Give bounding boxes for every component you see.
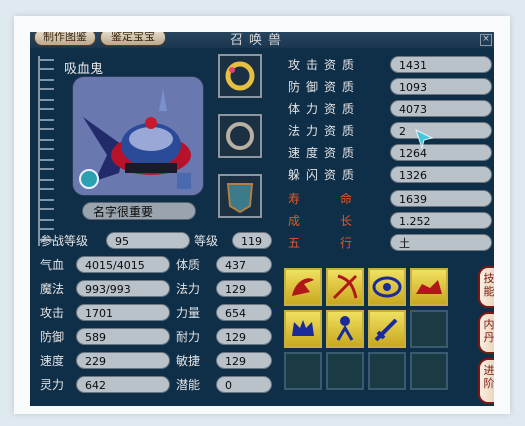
vampire-pet-image bbox=[73, 77, 203, 195]
skill-slot-1[interactable] bbox=[284, 268, 322, 306]
level-value: 119 bbox=[232, 232, 272, 249]
speed-value: 229 bbox=[76, 352, 170, 369]
aptitude-label: 躲闪资质 bbox=[288, 168, 361, 182]
battle-level-value: 95 bbox=[106, 232, 190, 249]
growth-value: 1.252 bbox=[390, 212, 492, 229]
agility-value: 129 bbox=[216, 352, 272, 369]
skill-beast-icon bbox=[416, 280, 442, 294]
attack-label: 攻击 bbox=[40, 306, 65, 320]
skill-slot-5[interactable] bbox=[284, 310, 322, 348]
identify-pet-button[interactable]: 鉴定宝宝 bbox=[100, 32, 166, 46]
equipment-slot-3[interactable] bbox=[218, 174, 262, 218]
skill-bow-icon bbox=[332, 274, 358, 300]
skill-slot-empty[interactable] bbox=[410, 310, 448, 348]
hp-label: 气血 bbox=[40, 258, 65, 272]
skill-slot-3[interactable] bbox=[368, 268, 406, 306]
defense-value: 589 bbox=[76, 328, 170, 345]
skill-figure-icon bbox=[336, 316, 354, 341]
tab-inner-core[interactable]: 内丹 bbox=[478, 312, 494, 354]
lifespan-value: 1639 bbox=[390, 190, 492, 207]
aptitude-label: 攻击资质 bbox=[288, 58, 361, 72]
speed-label: 速度 bbox=[40, 354, 65, 368]
pet-name: 吸血鬼 bbox=[64, 62, 104, 77]
skill-slot-empty[interactable] bbox=[284, 352, 322, 390]
growth-label: 成长 bbox=[288, 214, 393, 228]
aptitude-label: 防御资质 bbox=[288, 80, 361, 94]
element-value: 土 bbox=[390, 234, 492, 251]
skill-slot-2[interactable] bbox=[326, 268, 364, 306]
pet-nickname[interactable]: 名字很重要 bbox=[82, 202, 196, 220]
strength-value: 654 bbox=[216, 304, 272, 321]
skill-slot-4[interactable] bbox=[410, 268, 448, 306]
agility-label: 敏捷 bbox=[176, 354, 201, 368]
equipment-slot-1[interactable] bbox=[218, 54, 262, 98]
title-bar: 制作图鉴 鉴定宝宝 召唤兽 × bbox=[30, 32, 494, 48]
aptitude-value: 2 bbox=[390, 122, 492, 139]
pet-window: 制作图鉴 鉴定宝宝 召唤兽 × 吸血鬼 名字很重要 攻击资质 1431 防御资质… bbox=[30, 32, 494, 406]
constitution-label: 体质 bbox=[176, 258, 201, 272]
aptitude-label: 法力资质 bbox=[288, 124, 361, 138]
endurance-label: 耐力 bbox=[176, 330, 201, 344]
spirit-value: 642 bbox=[76, 376, 170, 393]
level-label: 等级 bbox=[194, 234, 219, 248]
spirit-label: 灵力 bbox=[40, 378, 65, 392]
endurance-value: 129 bbox=[216, 328, 272, 345]
mp-label: 魔法 bbox=[40, 282, 65, 296]
aptitude-value: 4073 bbox=[390, 100, 492, 117]
aptitude-label: 体力资质 bbox=[288, 102, 361, 116]
defense-label: 防御 bbox=[40, 330, 65, 344]
skill-crown-icon bbox=[292, 320, 314, 336]
magic-value: 129 bbox=[216, 280, 272, 297]
element-orb-icon bbox=[79, 169, 99, 189]
ring-gold-icon bbox=[225, 61, 255, 91]
lifespan-label: 寿命 bbox=[288, 192, 393, 206]
skill-slot-empty[interactable] bbox=[368, 352, 406, 390]
skill-slot-empty[interactable] bbox=[326, 352, 364, 390]
battle-level-label: 参战等级 bbox=[40, 234, 89, 248]
greek-key-ornament bbox=[38, 56, 54, 246]
magic-label: 法力 bbox=[176, 282, 201, 296]
skill-slot-7[interactable] bbox=[368, 310, 406, 348]
skill-slot-6[interactable] bbox=[326, 310, 364, 348]
tab-advance[interactable]: 进阶 bbox=[478, 358, 494, 404]
aptitude-value: 1093 bbox=[390, 78, 492, 95]
attack-value: 1701 bbox=[76, 304, 170, 321]
armor-icon bbox=[226, 183, 254, 214]
close-icon[interactable]: × bbox=[480, 34, 492, 46]
armor-badge-icon bbox=[177, 173, 191, 189]
strength-label: 力量 bbox=[176, 306, 201, 320]
aptitude-value: 1431 bbox=[390, 56, 492, 73]
skill-eye-icon bbox=[372, 276, 402, 298]
skill-claw-icon bbox=[292, 278, 314, 296]
potential-label: 潜能 bbox=[176, 378, 201, 392]
tab-skills[interactable]: 技能 bbox=[478, 266, 494, 308]
make-illustration-button[interactable]: 制作图鉴 bbox=[34, 32, 96, 46]
mp-value: 993/993 bbox=[76, 280, 170, 297]
pet-portrait bbox=[72, 76, 204, 196]
ring-silver-icon bbox=[226, 122, 254, 150]
skill-sword-icon bbox=[374, 318, 398, 342]
skill-slot-empty[interactable] bbox=[410, 352, 448, 390]
aptitude-value: 1326 bbox=[390, 166, 492, 183]
potential-value: 0 bbox=[216, 376, 272, 393]
equipment-slot-2[interactable] bbox=[218, 114, 262, 158]
aptitude-label: 速度资质 bbox=[288, 146, 361, 160]
element-label: 五行 bbox=[288, 236, 393, 250]
constitution-value: 437 bbox=[216, 256, 272, 273]
cursor-icon bbox=[415, 129, 434, 150]
hp-value: 4015/4015 bbox=[76, 256, 170, 273]
aptitude-value: 1264 bbox=[390, 144, 492, 161]
window-title: 召唤兽 bbox=[230, 33, 288, 48]
